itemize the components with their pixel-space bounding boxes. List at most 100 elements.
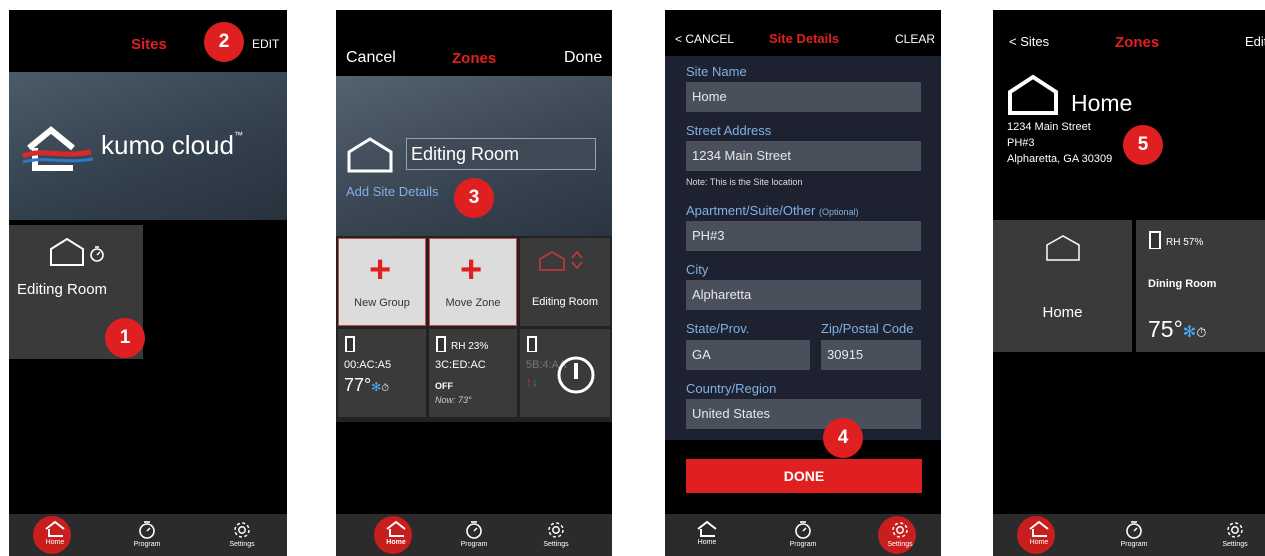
tab-home[interactable]: Home: [366, 514, 426, 556]
editing-room-tile[interactable]: Editing Room: [520, 238, 610, 326]
home-icon: [386, 520, 406, 537]
plus-icon: +: [460, 249, 483, 291]
zone-id: 3C:ED:AC: [435, 359, 486, 371]
zip-field[interactable]: 30915: [821, 340, 921, 370]
tab-bar: Home Program Settings: [336, 514, 612, 556]
zone-tile[interactable]: 00:AC:A5 77°✻⏱: [338, 329, 426, 417]
tile-label: Home: [1042, 304, 1083, 321]
zone-temp-value: 77°: [344, 375, 372, 395]
zone-name: Dining Room: [1148, 278, 1217, 290]
zone-temp-value: 75°: [1148, 316, 1183, 342]
tab-program[interactable]: Program: [444, 514, 504, 556]
tab-program-label: Program: [1120, 541, 1148, 548]
cancel-button[interactable]: Cancel: [346, 49, 396, 67]
door-icon: [436, 336, 446, 352]
site-name: Editing Room: [17, 281, 108, 298]
page-title: Zones: [1115, 34, 1160, 51]
step-badge-5: 5: [1123, 125, 1163, 165]
cancel-button[interactable]: < CANCEL: [675, 32, 734, 46]
snowflake-icon: ✻: [1182, 324, 1197, 341]
tab-program-label: Program: [133, 541, 161, 548]
back-button[interactable]: < Sites: [1009, 34, 1049, 49]
tab-home-label: Home: [1029, 539, 1049, 546]
timer-icon: [139, 521, 155, 539]
tab-program[interactable]: Program: [1104, 514, 1164, 556]
country-field[interactable]: United States: [686, 399, 921, 429]
tab-home-label: Home: [697, 539, 717, 546]
house-icon: [347, 137, 393, 173]
door-icon: [527, 336, 537, 352]
new-group-tile[interactable]: + New Group: [338, 238, 426, 326]
tile-label: Move Zone: [445, 297, 501, 309]
zone-temp: 75°✻⏱: [1148, 316, 1206, 343]
apartment-field[interactable]: PH#3: [686, 221, 921, 251]
tab-home[interactable]: Home: [25, 514, 85, 556]
address-line-3: Alpharetta, GA 30309: [1007, 153, 1113, 165]
state-field[interactable]: GA: [686, 340, 810, 370]
zone-temp: 77°✻⏱: [344, 375, 389, 396]
edit-button[interactable]: Edit: [1245, 34, 1265, 49]
screen-zones-edit: Cancel Zones Done Editing Room Add Site …: [336, 10, 612, 556]
zone-tile[interactable]: RH 23% 3C:ED:AC OFF Now: 73°: [429, 329, 517, 417]
timer-icon: ⏱: [1196, 325, 1207, 340]
page-title: Site Details: [769, 31, 840, 46]
logo-trademark: ™: [233, 130, 243, 140]
tab-program[interactable]: Program: [117, 514, 177, 556]
snowflake-icon: ✻: [371, 380, 382, 394]
tab-home[interactable]: Home: [1009, 514, 1069, 556]
zone-humidity: RH 23%: [451, 341, 489, 352]
tab-settings[interactable]: Settings: [526, 514, 586, 556]
done-button[interactable]: Done: [564, 49, 602, 67]
step-badge-1: 1: [105, 318, 145, 358]
edit-button[interactable]: EDIT: [252, 37, 279, 51]
done-button[interactable]: DONE: [686, 459, 922, 493]
kumo-cloud-banner: kumo cloud™: [9, 72, 287, 220]
zone-now-temp: Now: 73°: [435, 395, 472, 405]
step-badge-4: 4: [823, 418, 863, 458]
house-icon: [539, 251, 565, 271]
timer-icon: [466, 521, 482, 539]
home-group-tile[interactable]: Home: [993, 220, 1132, 352]
move-zone-tile[interactable]: + Move Zone: [429, 238, 517, 326]
tile-grid: + New Group + Move Zone Editing Room 00:…: [336, 236, 612, 422]
door-icon: [345, 336, 355, 352]
gear-icon: [548, 522, 564, 538]
tab-settings[interactable]: Settings: [212, 514, 272, 556]
zone-state: OFF: [435, 381, 453, 391]
site-name-input[interactable]: Editing Room: [406, 138, 596, 170]
fan-arrows-icon: ↑↓: [526, 375, 538, 389]
power-icon: [557, 356, 595, 394]
zone-humidity: RH 57%: [1166, 237, 1204, 248]
tab-settings[interactable]: Settings: [1205, 514, 1265, 556]
tab-home[interactable]: Home: [677, 514, 737, 556]
apartment-label-text: Apartment/Suite/Other: [686, 203, 816, 218]
street-address-field[interactable]: 1234 Main Street: [686, 141, 921, 171]
address-line-2: PH#3: [1007, 137, 1035, 149]
site-title: Home: [1071, 90, 1133, 116]
timer-icon: [1126, 521, 1142, 539]
country-label: Country/Region: [686, 381, 777, 396]
house-icon: [1046, 235, 1080, 261]
zone-tile[interactable]: 5B:4:AA ↑↓: [520, 329, 610, 417]
header-bar: < CANCEL Site Details CLEAR: [665, 10, 941, 56]
optional-hint: (Optional): [818, 207, 859, 217]
house-icon: [50, 237, 84, 266]
zone-tile[interactable]: RH 57% Dining Room 75°✻⏱: [1136, 220, 1265, 352]
clear-button[interactable]: CLEAR: [895, 32, 935, 46]
apartment-label: Apartment/Suite/Other (Optional): [686, 203, 858, 218]
timer-icon: ⏱: [381, 383, 390, 394]
tab-bar: Home Program Settings: [665, 514, 941, 556]
site-name-field[interactable]: Home: [686, 82, 921, 112]
logo-word: kumo cloud: [101, 130, 234, 160]
step-badge-2: 2: [204, 22, 244, 62]
tab-settings-label: Settings: [887, 541, 913, 548]
step-badge-3: 3: [454, 178, 494, 218]
zone-id: 00:AC:A5: [344, 359, 392, 371]
city-field[interactable]: Alpharetta: [686, 280, 921, 310]
add-site-details-link[interactable]: Add Site Details: [346, 184, 439, 199]
timer-icon: [795, 521, 811, 539]
tab-program[interactable]: Program: [773, 514, 833, 556]
page-title: Zones: [452, 50, 497, 67]
tab-settings[interactable]: Settings: [870, 514, 930, 556]
tab-home-label: Home: [386, 539, 406, 546]
